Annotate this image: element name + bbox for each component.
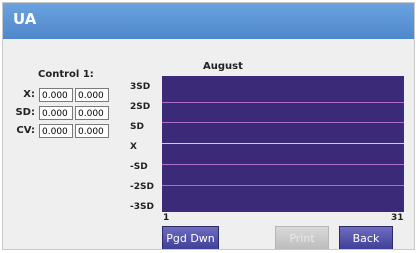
line-neg-2sd: [162, 185, 404, 186]
back-button[interactable]: Back: [339, 226, 393, 249]
stat-row-cv: CV: 0.000 0.000: [11, 122, 111, 139]
y-label-neg-2sd: -2SD: [130, 182, 154, 192]
control-title: Control 1:: [38, 69, 94, 80]
y-label-2sd: 2SD: [130, 102, 151, 112]
line-2sd: [162, 102, 404, 103]
print-button[interactable]: Print: [275, 226, 329, 249]
stat-x-value-2: 0.000: [75, 87, 109, 102]
stat-row-x: X: 0.000 0.000: [11, 86, 111, 103]
ua-screen: UA Control 1: X: 0.000 0.000 SD: 0.000 0…: [2, 2, 415, 250]
y-label-neg-sd: -SD: [130, 162, 148, 172]
stat-label-cv: CV:: [16, 125, 35, 136]
line-mean: [162, 143, 404, 144]
chart-title: August: [203, 61, 243, 72]
y-label-3sd: 3SD: [130, 82, 151, 92]
stat-label-x: X:: [23, 89, 35, 100]
x-axis-end: 31: [391, 213, 404, 223]
stat-label-sd: SD:: [15, 107, 35, 118]
stat-cv-value-2: 0.000: [75, 123, 109, 138]
x-axis-start: 1: [163, 213, 170, 223]
stat-sd-value-2: 0.000: [75, 105, 109, 120]
screen-title: UA: [13, 10, 37, 28]
qc-chart-plot: [162, 76, 404, 212]
stat-cv-value-1: 0.000: [39, 123, 73, 138]
y-label-neg-3sd: -3SD: [130, 202, 154, 212]
line-neg-sd: [162, 164, 404, 165]
stat-x-value-1: 0.000: [39, 87, 73, 102]
y-label-sd: SD: [130, 122, 144, 132]
stat-sd-value-1: 0.000: [39, 105, 73, 120]
page-down-button[interactable]: Pgd Dwn: [162, 226, 219, 249]
stat-row-sd: SD: 0.000 0.000: [11, 104, 111, 121]
y-label-x: X: [130, 142, 137, 152]
titlebar: UA: [3, 3, 414, 39]
line-sd: [162, 122, 404, 123]
